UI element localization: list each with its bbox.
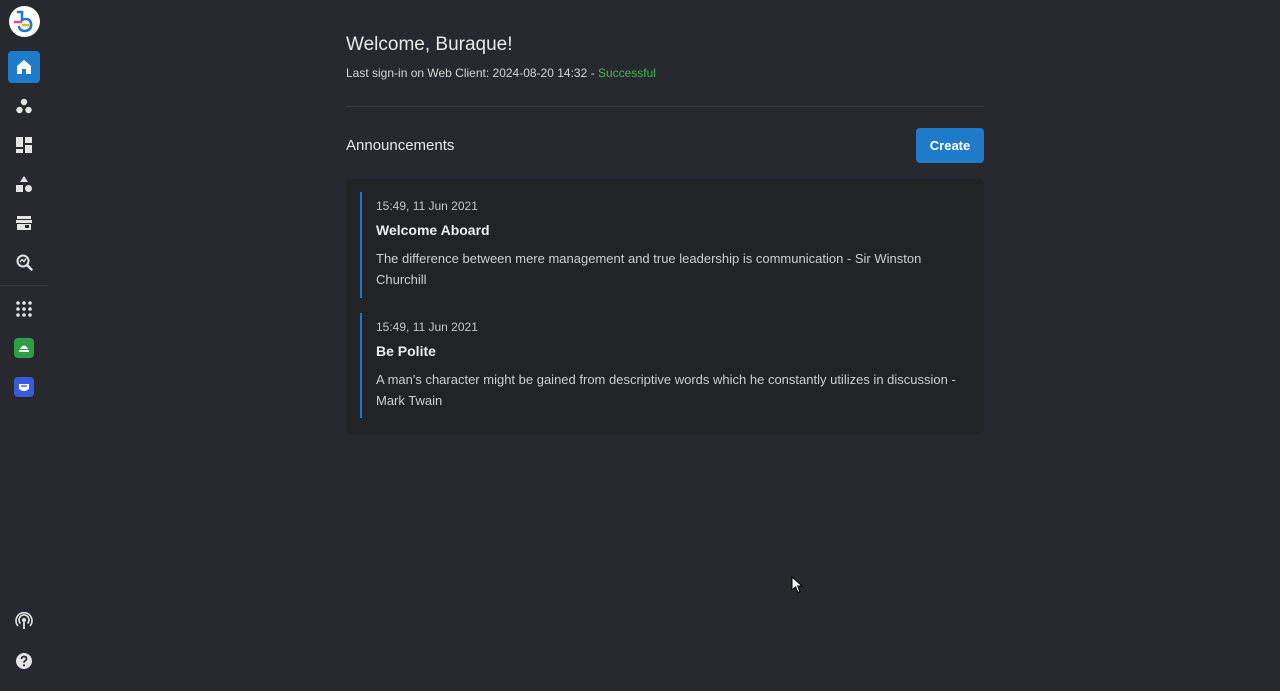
nav-shapes[interactable] [8, 168, 40, 200]
nav-home[interactable] [8, 51, 40, 83]
sidebar-divider [0, 285, 48, 286]
announcement-title: Be Polite [376, 343, 436, 359]
announcement-date: 15:49, 11 Jun 2021 [376, 320, 478, 334]
announcements-card: 15:49, 11 Jun 2021 Welcome Aboard The di… [346, 179, 984, 434]
announcement-item[interactable]: 15:49, 11 Jun 2021 Welcome Aboard The di… [360, 192, 970, 298]
signin-text: Last sign-in on Web Client: 2024-08-20 1… [346, 66, 598, 80]
nav-apps[interactable] [8, 293, 40, 325]
nav-app-blue[interactable] [8, 371, 40, 403]
announcement-date: 15:49, 11 Jun 2021 [376, 199, 478, 213]
nav-help[interactable] [8, 645, 40, 677]
signin-status: Successful [597, 66, 656, 80]
broadcast-icon [15, 612, 33, 629]
mouse-cursor-icon [791, 575, 804, 599]
search-analytics-icon [16, 254, 33, 271]
nav-broadcast[interactable] [8, 605, 40, 637]
nav-groups[interactable] [8, 90, 40, 122]
announcement-item[interactable]: 15:49, 11 Jun 2021 Be Polite A man's cha… [360, 313, 970, 418]
green-app-icon [14, 338, 34, 358]
grid-icon [16, 301, 32, 317]
help-icon [16, 653, 32, 669]
create-announcement-button[interactable]: Create [916, 128, 984, 163]
dashboard-icon [16, 137, 32, 153]
brand-logo[interactable] [9, 6, 40, 37]
page-title: Welcome, Buraque! [346, 34, 513, 55]
circles-icon [16, 98, 32, 114]
logo-icon [13, 10, 33, 33]
nav-app-green[interactable] [8, 332, 40, 364]
blue-app-icon [14, 377, 34, 397]
store-icon [16, 216, 32, 230]
nav-dashboard[interactable] [8, 129, 40, 161]
home-icon [17, 60, 31, 74]
announcement-body: The difference between mere management a… [376, 251, 922, 287]
announcement-title: Welcome Aboard [376, 222, 490, 238]
nav-analytics[interactable] [8, 246, 40, 278]
announcements-heading: Announcements [346, 137, 455, 154]
announcement-body: A man's character might be gained from d… [376, 372, 956, 408]
sidebar [0, 0, 48, 691]
last-signin-info: Last sign-in on Web Client: 2024-08-20 1… [346, 66, 656, 80]
header-divider [346, 106, 984, 107]
nav-store[interactable] [8, 207, 40, 239]
shapes-icon [16, 176, 32, 192]
